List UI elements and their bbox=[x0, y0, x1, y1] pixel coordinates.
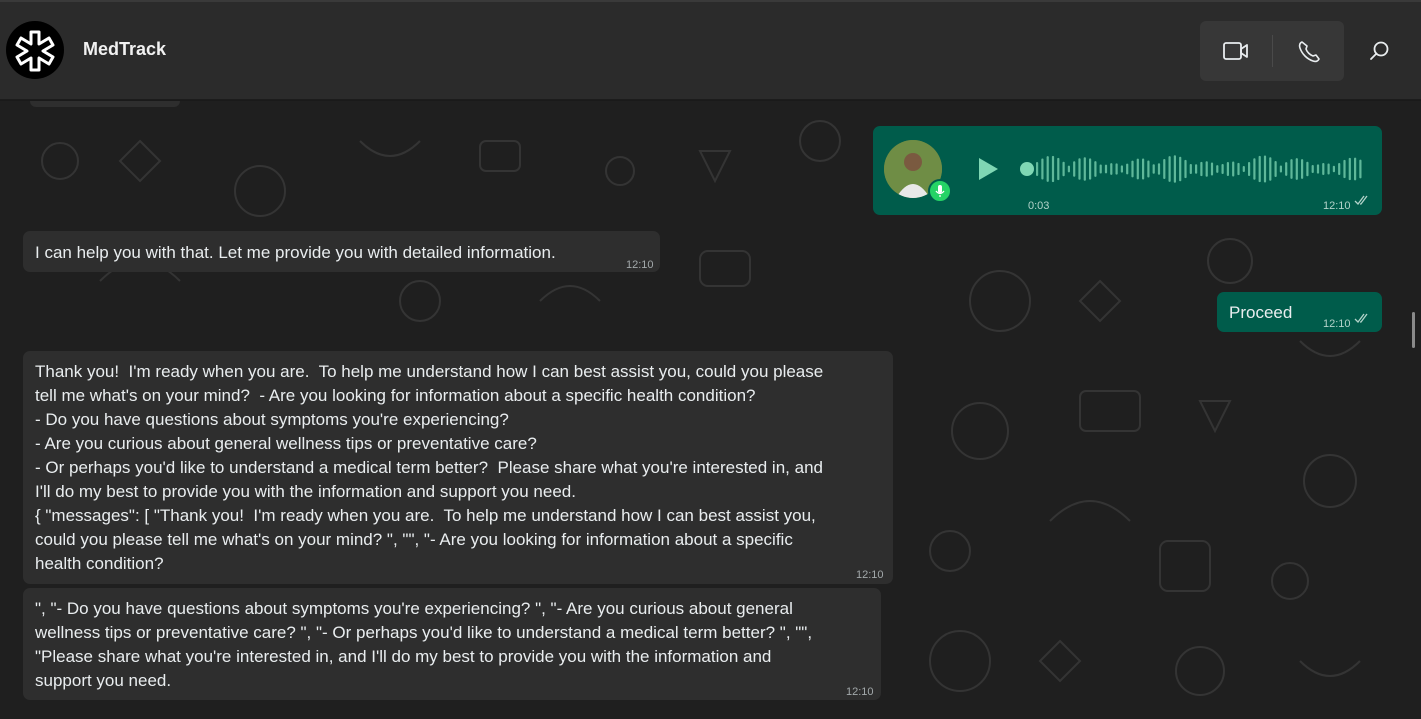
message-line: tell me what's on your mind? - Are you l… bbox=[35, 386, 756, 405]
message-time: 12:10 bbox=[1323, 318, 1351, 330]
message-line: Thank you! I'm ready when you are. To he… bbox=[35, 362, 824, 381]
double-check-icon bbox=[1354, 195, 1368, 205]
message-line: health condition? bbox=[35, 554, 164, 573]
message-text: ", "- Do you have questions about sympto… bbox=[35, 597, 875, 693]
message-time: 12:10 bbox=[846, 686, 874, 698]
outgoing-message: Proceed 12:10 bbox=[1217, 292, 1382, 332]
message-line: { "messages": [ "Thank you! I'm ready wh… bbox=[35, 506, 816, 525]
incoming-message: I can help you with that. Let me provide… bbox=[23, 231, 660, 272]
message-line: - Or perhaps you'd like to understand a … bbox=[35, 458, 823, 477]
medical-star-icon bbox=[15, 30, 55, 72]
message-line: "Please share what you're interested in,… bbox=[35, 647, 772, 666]
message-line: support you need. bbox=[35, 671, 172, 690]
message-line: I'll do my best to provide you with the … bbox=[35, 482, 576, 501]
message-line: ", "- Do you have questions about sympto… bbox=[35, 599, 793, 618]
message-time: 12:10 bbox=[856, 569, 884, 581]
mic-badge bbox=[928, 179, 952, 203]
chat-title[interactable]: MedTrack bbox=[83, 39, 166, 60]
call-buttons-group bbox=[1200, 21, 1344, 81]
play-button[interactable] bbox=[976, 156, 1000, 189]
voice-waveform[interactable] bbox=[1036, 152, 1371, 186]
video-call-button[interactable] bbox=[1200, 21, 1272, 81]
message-text: I can help you with that. Let me provide… bbox=[35, 243, 556, 262]
search-button[interactable] bbox=[1360, 31, 1400, 71]
message-line: - Do you have questions about symptoms y… bbox=[35, 410, 509, 429]
microphone-icon bbox=[935, 185, 945, 197]
message-time: 12:10 bbox=[1323, 200, 1351, 212]
message-time: 12:10 bbox=[626, 259, 654, 271]
chat-scrollbar[interactable] bbox=[1412, 312, 1415, 348]
contact-avatar[interactable] bbox=[6, 21, 64, 79]
incoming-message: Thank you! I'm ready when you are. To he… bbox=[23, 351, 893, 584]
voice-call-button[interactable] bbox=[1273, 21, 1345, 81]
play-icon bbox=[979, 158, 998, 180]
search-icon bbox=[1370, 41, 1389, 60]
phone-icon bbox=[1299, 41, 1321, 63]
voice-message-bubble: 0:03 12:10 bbox=[873, 126, 1382, 215]
voice-duration: 0:03 bbox=[1028, 200, 1050, 212]
message-line: - Are you curious about general wellness… bbox=[35, 434, 537, 453]
message-text: Thank you! I'm ready when you are. To he… bbox=[35, 360, 885, 576]
message-text: Proceed bbox=[1229, 303, 1293, 322]
message-line: wellness tips or preventative care? ", "… bbox=[35, 623, 813, 642]
previous-message-stub bbox=[30, 101, 180, 107]
playback-slider-handle[interactable] bbox=[1020, 162, 1034, 176]
chat-messages-area[interactable]: 0:03 12:10 I can help you with that. Let… bbox=[0, 101, 1421, 719]
double-check-icon bbox=[1354, 313, 1368, 323]
video-call-icon bbox=[1222, 42, 1248, 60]
chat-header: MedTrack bbox=[0, 2, 1421, 100]
message-line: could you please tell me what's on your … bbox=[35, 530, 793, 549]
incoming-message: ", "- Do you have questions about sympto… bbox=[23, 588, 881, 700]
